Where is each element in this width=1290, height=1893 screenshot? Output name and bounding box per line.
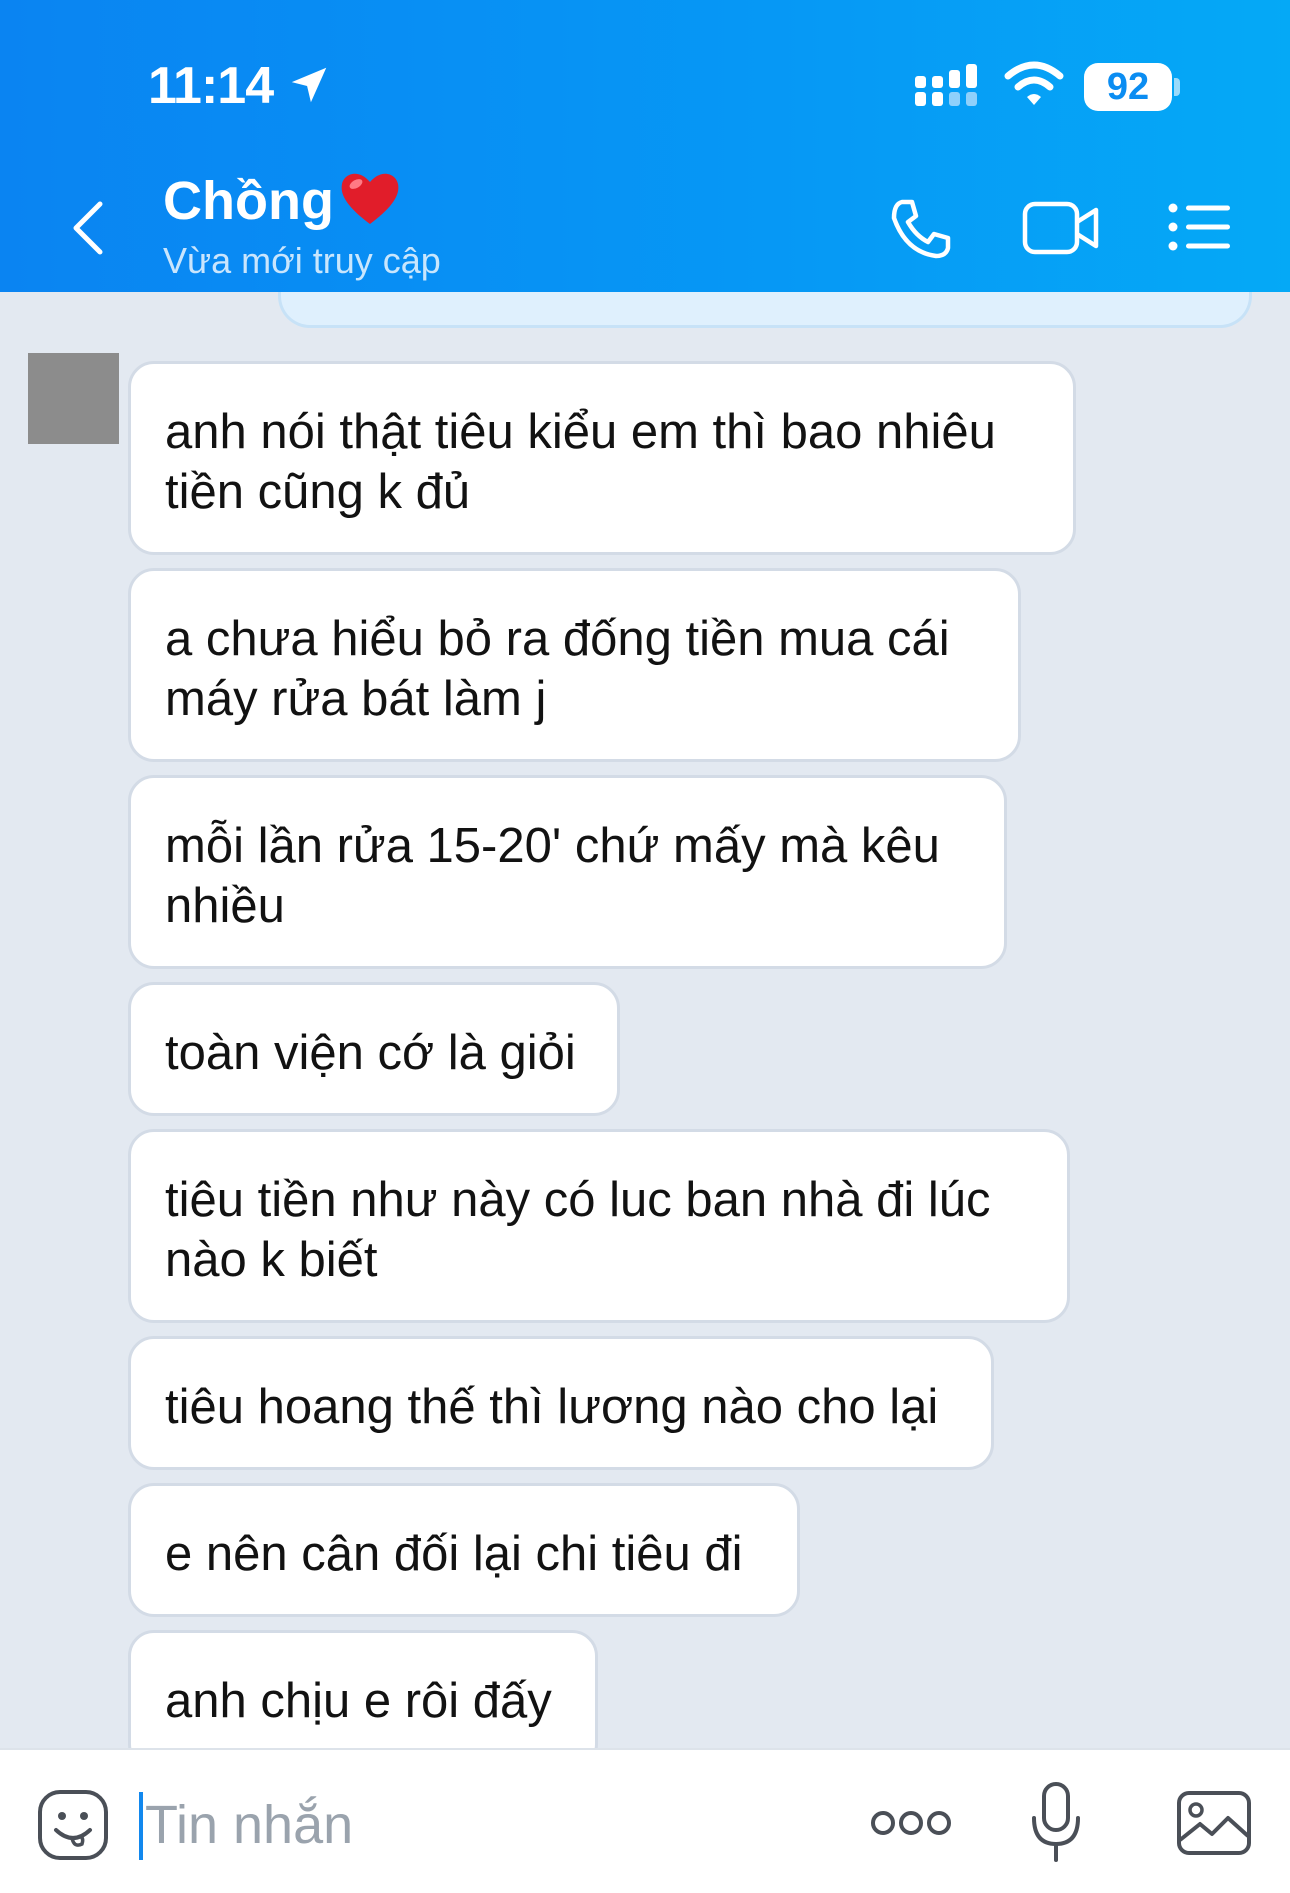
microphone-icon[interactable] xyxy=(1028,1780,1084,1864)
call-icon[interactable] xyxy=(888,196,954,260)
message-bubble[interactable]: a chưa hiểu bỏ ra đống tiền mua cái máy … xyxy=(128,568,1021,762)
chat-header: 11:14 92 Chồng Vừa mới truy cập xyxy=(0,0,1290,292)
battery-level: 92 xyxy=(1106,65,1150,108)
contact-status: Vừa mới truy cập xyxy=(163,240,441,281)
message-text: toàn viện cớ là giỏi xyxy=(165,1026,576,1080)
message-text: anh nói thật tiêu kiểu em thì bao nhiêu … xyxy=(165,405,996,519)
message-bubble[interactable]: tiêu tiền như này có luc ban nhà đi lúc … xyxy=(128,1129,1070,1323)
message-text: anh chịu e rôi đấy xyxy=(165,1674,552,1728)
message-bubble[interactable]: toàn viện cớ là giỏi xyxy=(128,982,620,1116)
message-input[interactable] xyxy=(145,1788,845,1862)
sticker-icon[interactable] xyxy=(36,1788,110,1862)
message-text: tiêu tiền như này có luc ban nhà đi lúc … xyxy=(165,1173,991,1287)
message-bubble[interactable]: e nên cân đối lại chi tiêu đi xyxy=(128,1483,800,1617)
status-time: 11:14 xyxy=(148,57,274,115)
location-arrow-icon xyxy=(291,67,327,103)
more-icon[interactable] xyxy=(870,1806,952,1840)
battery-icon: 92 xyxy=(1084,63,1172,111)
wifi-icon xyxy=(1004,61,1064,105)
message-text: tiêu hoang thế thì lương nào cho lại xyxy=(165,1380,939,1434)
signal-icon xyxy=(915,64,977,106)
back-icon[interactable] xyxy=(66,198,110,258)
battery-cap xyxy=(1174,78,1180,96)
message-text: e nên cân đối lại chi tiêu đi xyxy=(165,1527,743,1581)
chat-screen: 11:14 92 Chồng Vừa mới truy cập anh nói … xyxy=(0,0,1290,1893)
contact-name[interactable]: Chồng xyxy=(163,170,334,232)
message-input-bar xyxy=(0,1748,1290,1893)
text-cursor xyxy=(139,1792,143,1860)
image-icon[interactable] xyxy=(1176,1790,1252,1856)
heart-icon xyxy=(341,173,399,224)
video-call-icon[interactable] xyxy=(1022,200,1100,256)
avatar[interactable] xyxy=(28,353,119,444)
message-bubble[interactable]: mỗi lần rửa 15-20' chứ mấy mà kêu nhiều xyxy=(128,775,1007,969)
message-bubble[interactable]: anh nói thật tiêu kiểu em thì bao nhiêu … xyxy=(128,361,1076,555)
menu-icon[interactable] xyxy=(1168,202,1232,252)
message-bubble[interactable]: tiêu hoang thế thì lương nào cho lại xyxy=(128,1336,994,1470)
message-text: mỗi lần rửa 15-20' chứ mấy mà kêu nhiều xyxy=(165,819,940,933)
message-text: a chưa hiểu bỏ ra đống tiền mua cái máy … xyxy=(165,612,950,726)
